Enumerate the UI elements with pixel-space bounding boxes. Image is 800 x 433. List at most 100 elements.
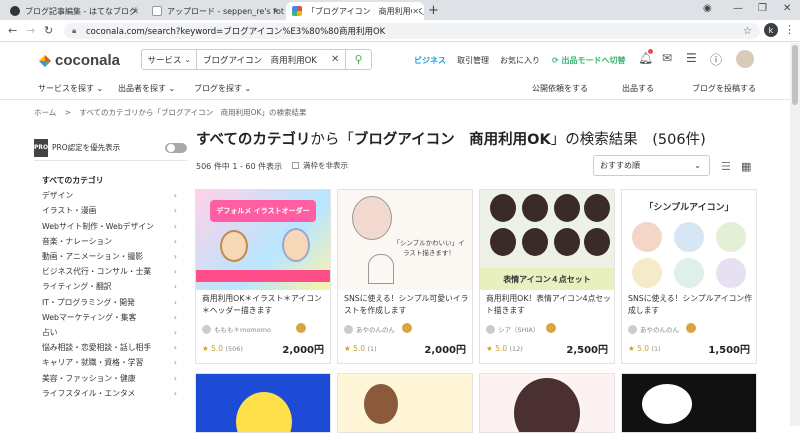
close-tab-icon[interactable]: ✕ xyxy=(272,7,279,16)
browser-tab[interactable]: アップロード - seppen_re's fotolife ✕ xyxy=(146,2,284,20)
service-thumbnail xyxy=(642,384,692,424)
help-icon[interactable]: ⓘ xyxy=(710,51,722,68)
mail-icon[interactable]: ✉ xyxy=(662,51,672,65)
transactions-link[interactable]: 取引管理 xyxy=(457,55,489,66)
service-card[interactable]: 「シンプルかわいい」イラスト描きます！ SNSに使える！シンプル可愛いイラストを… xyxy=(337,189,473,364)
business-link[interactable]: ビジネス xyxy=(414,55,446,66)
seller-info[interactable]: あやのんのん xyxy=(344,324,395,334)
chevron-right-icon: › xyxy=(173,282,177,292)
service-card[interactable]: 「シンプルアイコン」 SNSに使える！シンプルアイコン作成します あやのんのん … xyxy=(621,189,757,364)
seller-info[interactable]: あやのんのん xyxy=(628,324,679,334)
sidebar-category-item[interactable]: 悩み相談・恋愛相談・話し相手 › xyxy=(34,340,187,355)
service-rating: ★ 5.0 (12) xyxy=(486,344,523,353)
seller-info[interactable]: シア（SHIA） xyxy=(486,324,539,334)
service-title[interactable]: 商用利用OK！表情アイコン4点セット描きます xyxy=(486,293,612,317)
minimize-icon[interactable]: — xyxy=(733,3,743,14)
service-card[interactable]: 表情アイコン４点セット 商用利用OK！表情アイコン4点セット描きます シア（SH… xyxy=(479,189,615,364)
browser-profile-avatar[interactable]: k xyxy=(764,23,778,37)
page-scrollbar[interactable] xyxy=(790,43,800,426)
sell-link[interactable]: 出品する xyxy=(622,83,654,94)
forward-icon[interactable]: → xyxy=(26,24,35,37)
todo-list-icon[interactable]: ☰ xyxy=(686,51,697,65)
sidebar-category-item[interactable]: ライフスタイル・エンタメ › xyxy=(34,386,187,401)
hide-soldout-checkbox[interactable]: 満枠を非表示 xyxy=(292,160,348,171)
sidebar-category-item[interactable]: IT・プログラミング・開発 › xyxy=(34,295,187,310)
page-title: すべてのカテゴリから「ブログアイコン 商用利用OK」の検索結果 (506件) xyxy=(196,132,706,148)
service-card[interactable] xyxy=(195,373,331,433)
service-thumbnail xyxy=(364,384,398,424)
results-header: すべてのカテゴリから「ブログアイコン 商用利用OK」の検索結果 (506件) xyxy=(196,128,706,149)
chevron-right-icon: › xyxy=(173,373,177,383)
sidebar-category-item[interactable]: 美容・ファッション・健康 › xyxy=(34,370,187,385)
sidebar-category-item[interactable]: 占い › xyxy=(34,325,187,340)
user-avatar[interactable] xyxy=(736,50,754,68)
bookmark-star-icon[interactable]: ☆ xyxy=(743,26,752,37)
sidebar-category-item[interactable]: 動画・アニメーション・撮影 › xyxy=(34,249,187,264)
sidebar-category-item[interactable]: Webサイト制作・Webデザイン › xyxy=(34,219,187,234)
search-input[interactable]: ブログアイコン 商用利用OK xyxy=(197,54,331,66)
post-blog-link[interactable]: ブログを投稿する xyxy=(692,83,756,94)
service-title[interactable]: SNSに使える！シンプルアイコン作成します xyxy=(628,293,754,317)
chevron-right-icon: › xyxy=(173,388,177,398)
service-price: 2,000円 xyxy=(282,345,324,356)
back-icon[interactable]: ← xyxy=(8,24,17,37)
service-card[interactable] xyxy=(479,373,615,433)
chevron-down-icon: ⌄ xyxy=(96,84,104,93)
favorites-link[interactable]: お気に入り xyxy=(500,55,540,66)
grid-view-icon[interactable]: ▦ xyxy=(741,160,751,173)
sidebar-category-item[interactable]: 音楽・ナレーション › xyxy=(34,234,187,249)
service-card[interactable]: デフォルメ イラストオーダー 商用利用OK＊イラスト＊アイコン＊ヘッダー描きます… xyxy=(195,189,331,364)
sidebar-category-item[interactable]: イラスト・漫画 › xyxy=(34,203,187,218)
close-window-icon[interactable]: ✕ xyxy=(783,3,791,14)
page-favicon-icon xyxy=(152,6,162,16)
post-request-link[interactable]: 公開依頼をする xyxy=(532,83,588,94)
service-card[interactable] xyxy=(621,373,757,433)
service-price: 1,500円 xyxy=(708,345,750,356)
find-seller-menu[interactable]: 出品者を探す ⌄ xyxy=(118,83,175,94)
media-icon[interactable]: ◉ xyxy=(703,3,712,14)
search-category-select[interactable]: サービス ⌄ xyxy=(142,50,197,69)
service-thumbnail xyxy=(514,378,580,432)
breadcrumb-home[interactable]: ホーム xyxy=(34,108,56,117)
chevron-right-icon: › xyxy=(173,343,177,353)
service-thumbnail: 表情アイコン４点セット xyxy=(480,190,614,290)
service-rating: ★ 5.0 (506) xyxy=(202,344,243,353)
find-service-menu[interactable]: サービスを探す ⌄ xyxy=(38,83,103,94)
scrollbar-thumb[interactable] xyxy=(792,45,798,105)
search-button[interactable]: ⚲ xyxy=(345,50,371,69)
switch-mode-link[interactable]: ⟳ 出品モードへ切替 xyxy=(552,55,626,66)
sidebar-category-item[interactable]: デザイン › xyxy=(34,188,187,203)
chevron-right-icon: › xyxy=(173,327,177,337)
chevron-right-icon: › xyxy=(173,191,177,201)
chevron-right-icon: › xyxy=(173,252,177,262)
service-title[interactable]: SNSに使える！シンプル可愛いイラストを作成します xyxy=(344,293,470,317)
close-tab-icon[interactable]: ✕ xyxy=(132,7,139,16)
chevron-right-icon: › xyxy=(173,236,177,246)
service-card[interactable] xyxy=(337,373,473,433)
find-blog-menu[interactable]: ブログを探す ⌄ xyxy=(194,83,251,94)
service-title[interactable]: 商用利用OK＊イラスト＊アイコン＊ヘッダー描きます xyxy=(202,293,328,317)
chevron-right-icon: › xyxy=(173,267,177,277)
coconala-logo[interactable]: coconala xyxy=(38,52,120,69)
browser-menu-icon[interactable]: ⋮ xyxy=(784,23,795,36)
close-tab-icon[interactable]: ✕ xyxy=(412,6,419,16)
url-field[interactable]: 🔒︎ coconala.com/search?keyword=ブログアイコン%E… xyxy=(64,23,760,39)
sort-select[interactable]: おすすめ順 ⌄ xyxy=(593,155,710,176)
chevron-down-icon: ⌄ xyxy=(694,161,701,170)
pro-toggle[interactable] xyxy=(165,142,187,153)
seller-info[interactable]: ももも＊momomo xyxy=(202,324,271,334)
new-tab-icon[interactable]: + xyxy=(428,3,439,18)
sidebar-category-item[interactable]: ビジネス代行・コンサル・士業 › xyxy=(34,264,187,279)
sidebar-category-item[interactable]: すべてのカテゴリ xyxy=(34,173,187,188)
browser-tab-active[interactable]: 「ブログアイコン 商用利用OK」から ✕ xyxy=(286,2,424,20)
sidebar-category-item[interactable]: Webマーケティング・集客 › xyxy=(34,310,187,325)
sidebar-category-item[interactable]: キャリア・就職・資格・学習 › xyxy=(34,355,187,370)
search-icon: ⚲ xyxy=(354,53,363,66)
reload-icon[interactable]: ↻ xyxy=(44,24,53,37)
clear-search-icon[interactable]: ✕ xyxy=(331,54,345,65)
browser-tab[interactable]: ブログ記事編集 - はてなブログ ✕ xyxy=(4,2,144,20)
result-count: 506 件中 1 - 60 件表示 xyxy=(196,162,283,171)
sidebar-category-item[interactable]: ライティング・翻訳 › xyxy=(34,279,187,294)
list-view-icon[interactable]: ☰ xyxy=(721,160,731,173)
restore-icon[interactable]: ❐ xyxy=(758,3,767,14)
